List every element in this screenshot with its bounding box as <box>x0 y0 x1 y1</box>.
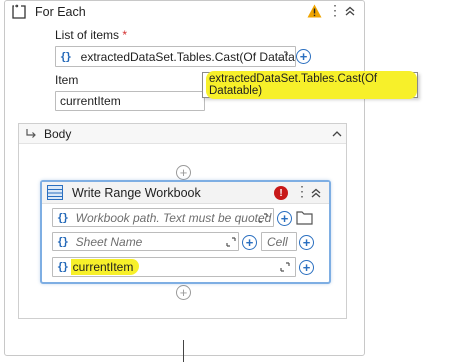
body-header[interactable]: Body <box>19 124 346 144</box>
list-of-items-field[interactable]: {} extractedDataSet.Tables.Cast(Of Datat… <box>55 46 296 67</box>
expand-field-icon[interactable] <box>226 237 236 247</box>
tooltip-text: extractedDataSet.Tables.Cast(Of Datatabl… <box>206 71 417 99</box>
expression-icon: {} <box>57 235 69 248</box>
for-each-icon <box>12 4 26 19</box>
expression-tooltip: extractedDataSet.Tables.Cast(Of Datatabl… <box>202 71 418 99</box>
write-range-title: Write Range Workbook <box>72 186 201 200</box>
expand-field-icon[interactable] <box>280 262 290 272</box>
add-icon[interactable]: + <box>277 211 292 226</box>
item-field[interactable]: currentItem <box>55 91 205 111</box>
add-activity-icon[interactable]: + <box>176 165 191 180</box>
cell-field[interactable]: Cell <box>261 232 297 251</box>
collapse-icon[interactable] <box>331 128 343 140</box>
for-each-title: For Each <box>35 5 86 19</box>
error-icon[interactable]: ! <box>274 186 288 200</box>
add-activity-icon[interactable]: + <box>176 285 191 300</box>
sheet-name-placeholder: Sheet Name <box>75 234 143 249</box>
collapse-icon[interactable] <box>344 5 356 17</box>
item-label: Item <box>55 73 79 87</box>
workbook-path-field[interactable]: {} Workbook path. Text must be quoted <box>52 208 274 227</box>
add-icon[interactable]: + <box>299 235 314 250</box>
expand-field-icon[interactable] <box>278 51 288 61</box>
connector-line <box>183 340 184 362</box>
body-arrow-icon <box>26 129 36 138</box>
workbook-path-placeholder: Workbook path. Text must be quoted <box>75 210 272 225</box>
sheet-name-field[interactable]: {} Sheet Name <box>52 232 239 251</box>
add-icon[interactable]: + <box>242 235 257 250</box>
cell-placeholder: Cell <box>267 234 288 249</box>
expression-icon: {} <box>60 50 72 63</box>
item-value: currentItem <box>60 94 121 108</box>
spreadsheet-icon <box>47 185 63 200</box>
expression-icon: {} <box>57 211 69 224</box>
data-table-field[interactable]: {} currentItem <box>52 257 296 277</box>
folder-icon[interactable] <box>296 210 313 225</box>
warning-icon[interactable] <box>307 4 322 18</box>
add-icon[interactable]: + <box>296 49 311 64</box>
list-of-items-value: extractedDataSet.Tables.Cast(Of Datatabl… <box>80 49 296 64</box>
expression-icon: {} <box>57 261 69 273</box>
more-options-icon[interactable]: ⋮ <box>328 3 342 17</box>
collapse-icon[interactable] <box>310 187 322 199</box>
data-table-value: currentItem <box>70 259 140 275</box>
body-title: Body <box>44 127 72 141</box>
for-each-header[interactable]: For Each ⋮ <box>5 1 364 23</box>
write-range-header[interactable]: Write Range Workbook ! ⋮ <box>42 182 329 204</box>
list-of-items-label: List of items * <box>55 28 128 42</box>
write-range-workbook-activity[interactable]: Write Range Workbook ! ⋮ {} Workbook pat… <box>40 180 331 284</box>
add-icon[interactable]: + <box>299 260 314 275</box>
more-options-icon[interactable]: ⋮ <box>295 184 309 198</box>
expand-field-icon[interactable] <box>258 213 268 223</box>
